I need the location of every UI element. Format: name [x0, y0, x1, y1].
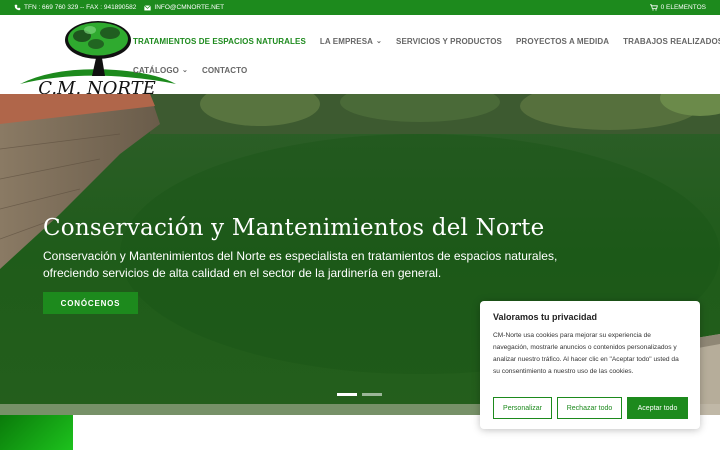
- site-header: C.M. NORTE TRATAMIENTOS DE ESPACIOS NATU…: [0, 15, 720, 94]
- slider-dot-2[interactable]: [362, 393, 382, 396]
- nav-link[interactable]: TRABAJOS REALIZADOS: [623, 37, 720, 46]
- cart-icon: [649, 4, 658, 11]
- nav-link-label: SERVICIOS Y PRODUCTOS: [396, 36, 502, 46]
- cart-count[interactable]: 0 ELEMENTOS: [661, 4, 706, 11]
- email-link[interactable]: INFO@CMNORTE.NET: [154, 4, 224, 11]
- phone-text: TFN : 669 760 329 -- FAX : 941890582: [24, 4, 137, 11]
- slider-pagination: [337, 393, 382, 396]
- phone-contact: TFN : 669 760 329 -- FAX : 941890582: [14, 4, 136, 11]
- nav-link[interactable]: TRATAMIENTOS DE ESPACIOS NATURALES: [133, 37, 306, 46]
- nav-link[interactable]: PROYECTOS A MEDIDA: [516, 37, 609, 46]
- cart-link[interactable]: 0 ELEMENTOS: [649, 4, 706, 11]
- envelope-icon: [144, 4, 152, 10]
- chevron-down-icon: ⌄: [181, 67, 188, 74]
- conocenos-button[interactable]: CONÓCENOS: [43, 292, 138, 314]
- nav-link-label: CATÁLOGO: [133, 65, 179, 75]
- nav-row-2: CATÁLOGO ⌄ CONTACTO: [133, 65, 713, 75]
- chevron-down-icon: ⌄: [376, 38, 383, 45]
- nav-link-label: PROYECTOS A MEDIDA: [516, 36, 610, 46]
- nav-link[interactable]: CONTACTO: [202, 66, 247, 75]
- nav-link[interactable]: SERVICIOS Y PRODUCTOS: [396, 37, 502, 46]
- reject-all-button[interactable]: Rechazar todo: [557, 397, 622, 419]
- cookie-title: Valoramos tu privacidad: [493, 312, 598, 322]
- cookie-text: CM-Norte usa cookies para mejorar su exp…: [493, 332, 679, 375]
- nav-link-label: TRATAMIENTOS DE ESPACIOS NATURALES: [133, 36, 306, 46]
- nav-link-label: CONTACTO: [201, 65, 248, 75]
- hero-title: Conservación y Mantenimientos del Norte: [43, 215, 545, 241]
- nav-link-label: TRABAJOS REALIZADOS: [623, 36, 720, 46]
- accept-all-button[interactable]: Aceptar todo: [627, 397, 688, 419]
- email-contact[interactable]: INFO@CMNORTE.NET: [144, 4, 224, 11]
- logo-text: C.M. NORTE: [38, 78, 156, 94]
- phone-icon: [14, 4, 21, 11]
- main-nav: TRATAMIENTOS DE ESPACIOS NATURALES LA EMP…: [133, 36, 720, 75]
- nav-row-1: TRATAMIENTOS DE ESPACIOS NATURALES LA EMP…: [133, 36, 720, 46]
- top-bar: TFN : 669 760 329 -- FAX : 941890582 INF…: [0, 0, 720, 15]
- bottom-green-block: [0, 415, 73, 450]
- nav-link[interactable]: LA EMPRESA ⌄: [320, 37, 382, 46]
- nav-link[interactable]: CATÁLOGO ⌄: [133, 66, 188, 75]
- slider-dot-1[interactable]: [337, 393, 357, 396]
- customize-button[interactable]: Personalizar: [493, 397, 552, 419]
- cookie-consent-panel: Valoramos tu privacidad CM-Norte usa coo…: [480, 301, 700, 429]
- nav-link-label: LA EMPRESA: [319, 36, 374, 46]
- hero-description: Conservación y Mantenimientos del Norte …: [43, 249, 558, 280]
